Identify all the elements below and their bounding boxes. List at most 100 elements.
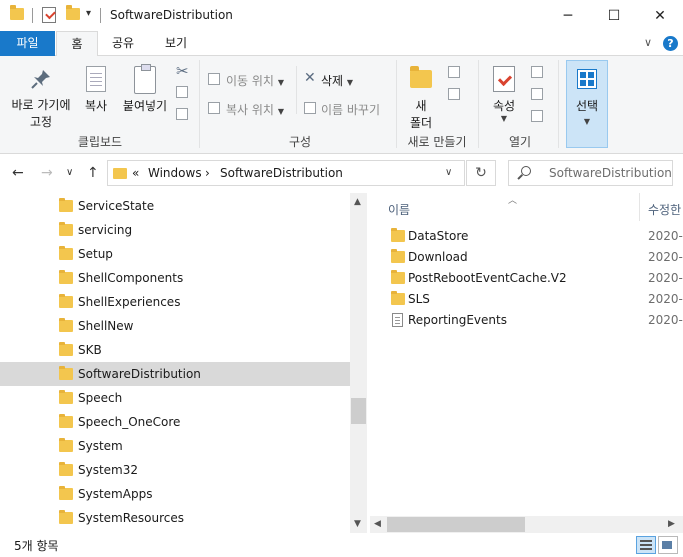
folder-icon: [391, 228, 405, 242]
column-header-modified[interactable]: 수정한: [648, 201, 681, 218]
copy-button[interactable]: 복사: [80, 97, 112, 114]
tree-item-label: Speech: [78, 391, 123, 405]
tree-item[interactable]: ShellComponents: [0, 266, 350, 290]
file-row[interactable]: PostRebootEventCache.V2 2020-0: [370, 268, 683, 289]
search-input[interactable]: SoftwareDistribution...: [508, 160, 673, 186]
details-view-button[interactable]: [636, 536, 656, 554]
qat-dropdown-icon[interactable]: ▾: [86, 8, 91, 19]
open-icon[interactable]: [531, 66, 543, 78]
properties-check-icon[interactable]: [42, 7, 56, 23]
scroll-left-icon[interactable]: ◀: [374, 519, 381, 529]
search-icon: [521, 166, 531, 176]
new-folder-qat-icon[interactable]: [66, 5, 80, 20]
tree-item[interactable]: ShellNew: [0, 314, 350, 338]
breadcrumb-separator-icon[interactable]: ›: [205, 166, 210, 180]
breadcrumb-windows[interactable]: Windows: [148, 166, 202, 180]
tab-home[interactable]: 홈: [56, 31, 98, 57]
pin-label-line1: 바로 가기에: [11, 98, 71, 112]
tree-item[interactable]: Setup: [0, 242, 350, 266]
close-button[interactable]: ✕: [637, 0, 683, 31]
tab-view[interactable]: 보기: [154, 31, 198, 56]
column-divider[interactable]: [639, 193, 640, 221]
tree-item[interactable]: servicing: [0, 218, 350, 242]
file-name: ReportingEvents: [408, 313, 507, 327]
tree-item[interactable]: ShellExperiences: [0, 290, 350, 314]
status-bar: 5개 항목: [0, 533, 683, 557]
move-to-button[interactable]: 이동 위치 ▼: [226, 72, 284, 89]
edit-icon[interactable]: [531, 88, 543, 100]
refresh-button[interactable]: ↻: [466, 160, 496, 186]
tree-item-label: ShellExperiences: [78, 295, 181, 309]
tree-item[interactable]: Speech: [0, 386, 350, 410]
new-item-icon[interactable]: [448, 66, 460, 78]
rename-icon: [304, 102, 316, 114]
pin-quick-access-button[interactable]: 바로 가기에 고정: [6, 96, 76, 130]
scroll-right-icon[interactable]: ▶: [668, 519, 675, 529]
help-icon[interactable]: ?: [663, 36, 678, 51]
tree-item[interactable]: SKB: [0, 338, 350, 362]
tree-item[interactable]: Speech_OneCore: [0, 410, 350, 434]
move-to-icon: [208, 73, 220, 85]
easy-access-icon[interactable]: [448, 88, 460, 100]
file-name: Download: [408, 250, 468, 264]
new-folder-button[interactable]: 새 폴더: [402, 97, 440, 131]
delete-button[interactable]: 삭제 ▼: [321, 72, 353, 89]
maximize-button[interactable]: ☐: [591, 0, 637, 31]
scroll-thumb[interactable]: [351, 398, 366, 424]
history-icon[interactable]: [531, 110, 543, 122]
back-button[interactable]: ←: [12, 165, 24, 181]
nav-scrollbar[interactable]: ▲ ▼: [350, 193, 367, 533]
properties-icon: [493, 66, 515, 92]
title-bar: ▾ SoftwareDistribution ─ ☐ ✕: [0, 0, 683, 31]
minimize-button[interactable]: ─: [545, 0, 591, 31]
scroll-up-icon[interactable]: ▲: [354, 197, 361, 207]
tree-item[interactable]: ServiceState: [0, 194, 350, 218]
file-row[interactable]: Download 2020-0: [370, 247, 683, 268]
address-chevron-icon[interactable]: «: [132, 166, 139, 180]
tree-item-label: ShellNew: [78, 319, 134, 333]
cut-icon[interactable]: ✂: [176, 62, 189, 80]
tree-item[interactable]: System32: [0, 458, 350, 482]
breadcrumb-softwaredistribution[interactable]: SoftwareDistribution: [220, 166, 343, 180]
select-button[interactable]: 선택 ▼: [566, 60, 608, 148]
address-dropdown-icon[interactable]: ∨: [445, 167, 452, 178]
tree-item[interactable]: SystemResources: [0, 506, 350, 530]
copy-to-button[interactable]: 복사 위치 ▼: [226, 101, 284, 118]
forward-button[interactable]: →: [41, 165, 53, 181]
file-row[interactable]: SLS 2020-0: [370, 289, 683, 310]
ribbon-collapse-icon[interactable]: ∨: [644, 36, 652, 49]
folder-icon: [59, 414, 73, 428]
recent-locations-button[interactable]: ∨: [66, 167, 73, 178]
scroll-down-icon[interactable]: ▼: [354, 519, 361, 529]
group-divider: [478, 60, 479, 148]
file-name: PostRebootEventCache.V2: [408, 271, 567, 285]
pin-icon: [31, 70, 50, 89]
properties-button[interactable]: 속성 ▼: [486, 97, 522, 123]
up-button[interactable]: ↑: [87, 165, 99, 181]
tree-item[interactable]: SoftwareDistribution: [0, 362, 350, 386]
copy-to-icon: [208, 102, 220, 114]
file-row[interactable]: DataStore 2020-0: [370, 226, 683, 247]
group-divider: [396, 60, 397, 148]
tree-item-label: System32: [78, 463, 139, 477]
tab-file[interactable]: 파일: [0, 31, 55, 56]
large-icons-view-button[interactable]: [658, 536, 678, 554]
file-icon: [392, 313, 403, 327]
scroll-thumb[interactable]: [387, 517, 525, 532]
folder-icon: [59, 342, 73, 356]
paste-shortcut-icon[interactable]: [176, 108, 188, 120]
folder-icon: [59, 510, 73, 524]
open-group-label: 열기: [508, 135, 532, 149]
content-horizontal-scrollbar[interactable]: ◀ ▶: [370, 516, 683, 533]
rename-button[interactable]: 이름 바꾸기: [321, 101, 380, 118]
file-row[interactable]: ReportingEvents 2020-0: [370, 310, 683, 331]
paste-button[interactable]: 붙여넣기: [118, 97, 172, 114]
copy-path-icon[interactable]: [176, 86, 188, 98]
address-bar[interactable]: « Windows › SoftwareDistribution ∨: [107, 160, 465, 186]
new-folder-icon: [410, 66, 432, 88]
column-header-name[interactable]: 이름: [388, 201, 410, 218]
tree-item[interactable]: SystemApps: [0, 482, 350, 506]
tree-item[interactable]: System: [0, 434, 350, 458]
new-folder-label-line2: 폴더: [409, 116, 433, 130]
tab-share[interactable]: 공유: [101, 31, 145, 56]
